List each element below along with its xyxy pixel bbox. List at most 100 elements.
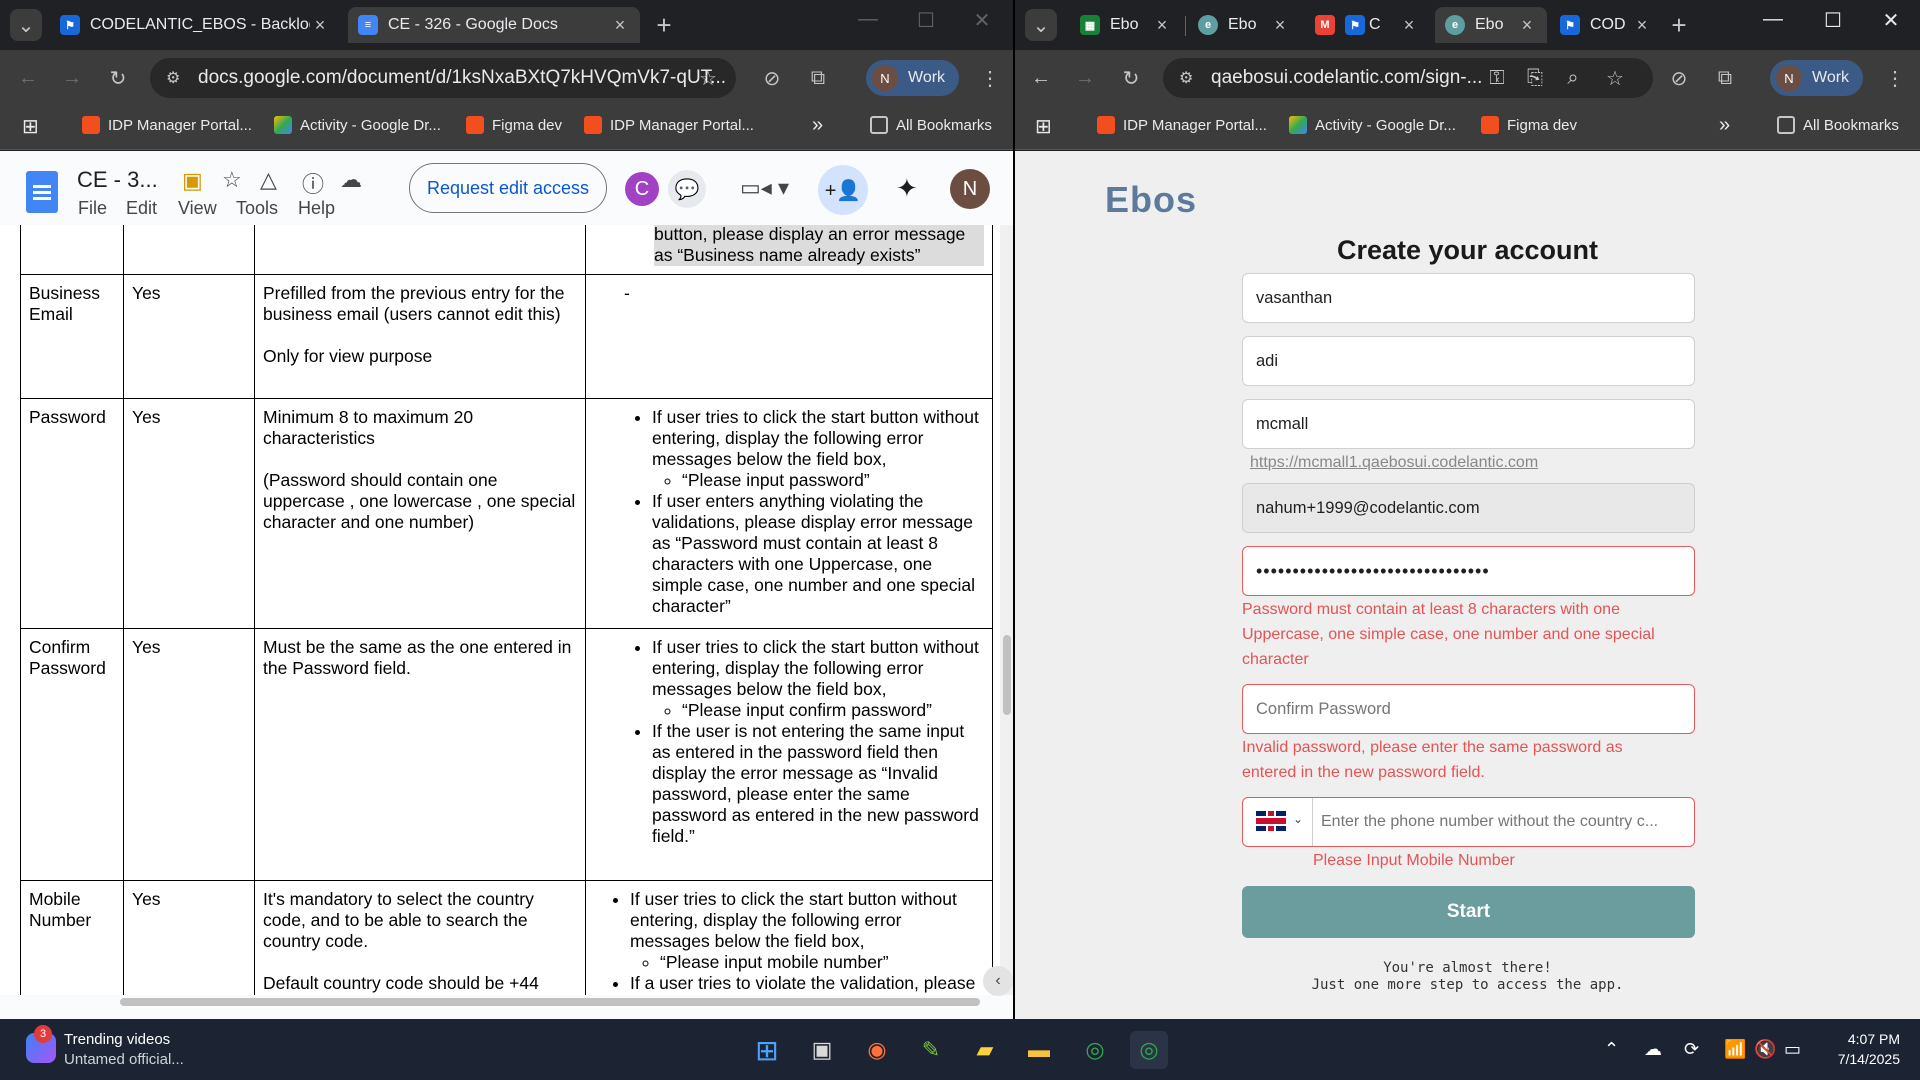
menu-file[interactable]: File bbox=[78, 198, 107, 219]
bookmark-star-icon[interactable]: ☆ bbox=[692, 62, 724, 94]
close-icon[interactable]: × bbox=[1632, 15, 1652, 36]
apps-grid-icon[interactable]: ⊞ bbox=[22, 114, 39, 139]
tab-search-button[interactable]: ⌄ bbox=[1025, 9, 1057, 41]
address-bar[interactable]: ⚙ docs.google.com/document/d/1ksNxaBXtQ7… bbox=[150, 58, 736, 98]
notepad-plus-icon[interactable]: ✎ bbox=[912, 1031, 950, 1069]
extensions-puzzle-icon[interactable]: ⧉ bbox=[1709, 62, 1741, 94]
business-url-link[interactable]: https://mcmall1.qaebosui.codelantic.com bbox=[1250, 454, 1538, 472]
reload-icon[interactable]: ↻ bbox=[102, 62, 134, 94]
back-icon[interactable]: ← bbox=[1025, 62, 1057, 94]
tab-codelantic-backlog[interactable]: ⚑ CODELANTIC_EBOS - Backlog - × bbox=[50, 7, 340, 43]
gemini-sparkle-icon[interactable]: ✦ bbox=[896, 173, 918, 204]
chrome-profile-icon[interactable]: ◎ bbox=[1130, 1031, 1168, 1069]
confirm-password-input[interactable]: Confirm Password bbox=[1242, 684, 1695, 734]
avatar[interactable]: N bbox=[950, 169, 990, 209]
bookmark-idp-1[interactable]: IDP Manager Portal... bbox=[1097, 116, 1267, 134]
star-icon[interactable]: ☆ bbox=[222, 167, 242, 193]
close-icon[interactable]: × bbox=[1517, 15, 1537, 36]
maximize-icon[interactable]: ☐ bbox=[906, 8, 946, 33]
close-window-icon[interactable]: ✕ bbox=[962, 8, 1002, 33]
bookmark-figma-dev[interactable]: Figma dev bbox=[466, 116, 562, 134]
reload-icon[interactable]: ↻ bbox=[1115, 62, 1147, 94]
bookmark-idp-1[interactable]: IDP Manager Portal... bbox=[82, 116, 252, 134]
bookmarks-overflow-icon[interactable]: » bbox=[812, 114, 823, 137]
profile-work-button[interactable]: N Work bbox=[866, 60, 960, 96]
tab-gmail[interactable]: M ⚑ C × bbox=[1305, 7, 1429, 43]
horizontal-scrollbar[interactable] bbox=[0, 995, 1000, 1009]
site-info-icon[interactable]: ⚙ bbox=[1179, 68, 1193, 88]
extension-compass-icon[interactable]: ⊘ bbox=[1663, 62, 1695, 94]
menu-edit[interactable]: Edit bbox=[126, 198, 157, 219]
first-name-input[interactable]: vasanthan bbox=[1242, 273, 1695, 323]
bookmark-activity[interactable]: Activity - Google Dr... bbox=[274, 116, 441, 134]
widget-title[interactable]: Trending videos bbox=[64, 1031, 170, 1048]
tab-search-button[interactable]: ⌄ bbox=[10, 9, 42, 41]
move-to-drive-icon[interactable]: △ bbox=[260, 167, 277, 193]
docs-logo-icon[interactable] bbox=[26, 171, 58, 213]
clock-time[interactable]: 4:07 PM bbox=[1820, 1031, 1900, 1047]
cloud-status-icon[interactable]: ☁ bbox=[340, 167, 362, 193]
new-tab-icon[interactable]: + bbox=[648, 9, 680, 41]
avatar[interactable]: C bbox=[625, 172, 659, 206]
kebab-menu-icon[interactable]: ⋮ bbox=[1879, 62, 1911, 94]
back-icon[interactable]: ← bbox=[12, 62, 44, 94]
comments-icon[interactable]: 💬 bbox=[668, 170, 706, 208]
menu-help[interactable]: Help bbox=[298, 198, 335, 219]
vertical-scrollbar[interactable] bbox=[1000, 225, 1013, 995]
tab-ebos-sheet[interactable]: ▦ Ebo × bbox=[1070, 7, 1182, 43]
all-bookmarks-folder[interactable]: All Bookmarks bbox=[1777, 116, 1899, 134]
new-tab-icon[interactable]: + bbox=[1663, 9, 1695, 41]
update-icon[interactable]: ⟳ bbox=[1684, 1039, 1699, 1060]
phone-input[interactable]: Enter the phone number without the count… bbox=[1313, 813, 1658, 831]
minimize-icon[interactable]: — bbox=[1753, 8, 1793, 31]
bookmark-figma-dev[interactable]: Figma dev bbox=[1481, 116, 1577, 134]
wifi-icon[interactable]: 📶 bbox=[1724, 1039, 1746, 1060]
kebab-menu-icon[interactable]: ⋮ bbox=[974, 62, 1006, 94]
country-code-select[interactable]: ⌄ bbox=[1243, 798, 1313, 846]
firefox-icon[interactable]: ◉ bbox=[858, 1031, 896, 1069]
bookmark-activity[interactable]: Activity - Google Dr... bbox=[1289, 116, 1456, 134]
task-view-icon[interactable]: ▣ bbox=[803, 1031, 841, 1069]
document-title[interactable]: CE - 3... bbox=[77, 167, 158, 193]
extensions-puzzle-icon[interactable]: ⧉ bbox=[802, 62, 834, 94]
business-name-input[interactable]: mcmall bbox=[1242, 399, 1695, 449]
file-explorer-icon[interactable]: ▬ bbox=[1020, 1031, 1058, 1069]
meet-camera-icon[interactable]: ▭◂ ▾ bbox=[740, 175, 789, 201]
side-panel-chevron-icon[interactable]: ‹ bbox=[983, 966, 1013, 996]
profile-work-button[interactable]: N Work bbox=[1770, 60, 1864, 96]
all-bookmarks-folder[interactable]: All Bookmarks bbox=[870, 116, 992, 134]
maximize-icon[interactable]: ☐ bbox=[1813, 8, 1853, 33]
start-menu-icon[interactable]: ⊞ bbox=[748, 1031, 786, 1069]
sticky-notes-icon[interactable]: ▰ bbox=[966, 1031, 1004, 1069]
password-key-icon[interactable]: ⚿ bbox=[1481, 62, 1513, 94]
bookmark-idp-2[interactable]: IDP Manager Portal... bbox=[584, 116, 754, 134]
clock-date[interactable]: 7/14/2025 bbox=[1810, 1051, 1900, 1067]
battery-icon[interactable]: ▭ bbox=[1784, 1039, 1801, 1060]
start-button[interactable]: Start bbox=[1242, 886, 1695, 938]
extension-compass-icon[interactable]: ⊘ bbox=[756, 62, 788, 94]
menu-view[interactable]: View bbox=[178, 198, 217, 219]
menu-tools[interactable]: Tools bbox=[236, 198, 278, 219]
tab-codelantic[interactable]: ⚑ COD × bbox=[1550, 7, 1662, 43]
info-icon[interactable]: ⓘ bbox=[302, 167, 324, 199]
zoom-icon[interactable]: ⌕ bbox=[1557, 62, 1589, 94]
request-edit-access-button[interactable]: Request edit access bbox=[409, 163, 607, 213]
forward-icon[interactable]: → bbox=[56, 62, 88, 94]
chrome-icon[interactable]: ◎ bbox=[1076, 1031, 1114, 1069]
last-name-input[interactable]: adi bbox=[1242, 336, 1695, 386]
close-icon[interactable]: × bbox=[310, 15, 330, 36]
office-file-icon[interactable]: ▣ bbox=[182, 168, 203, 194]
tab-ebos-active[interactable]: e Ebo × bbox=[1435, 7, 1547, 43]
forward-icon[interactable]: → bbox=[1069, 62, 1101, 94]
minimize-icon[interactable]: — bbox=[848, 8, 888, 31]
volume-muted-icon[interactable]: 🔇 bbox=[1754, 1039, 1776, 1060]
tab-ebos-2[interactable]: e Ebo × bbox=[1188, 7, 1300, 43]
close-window-icon[interactable]: ✕ bbox=[1871, 8, 1911, 33]
bookmark-star-icon[interactable]: ☆ bbox=[1599, 62, 1631, 94]
bookmarks-overflow-icon[interactable]: » bbox=[1719, 114, 1730, 137]
tray-chevron-up-icon[interactable]: ⌃ bbox=[1604, 1039, 1619, 1060]
close-icon[interactable]: × bbox=[610, 15, 630, 36]
site-info-icon[interactable]: ⚙ bbox=[166, 68, 180, 88]
install-app-icon[interactable]: ⎘ bbox=[1519, 62, 1551, 94]
close-icon[interactable]: × bbox=[1270, 15, 1290, 36]
